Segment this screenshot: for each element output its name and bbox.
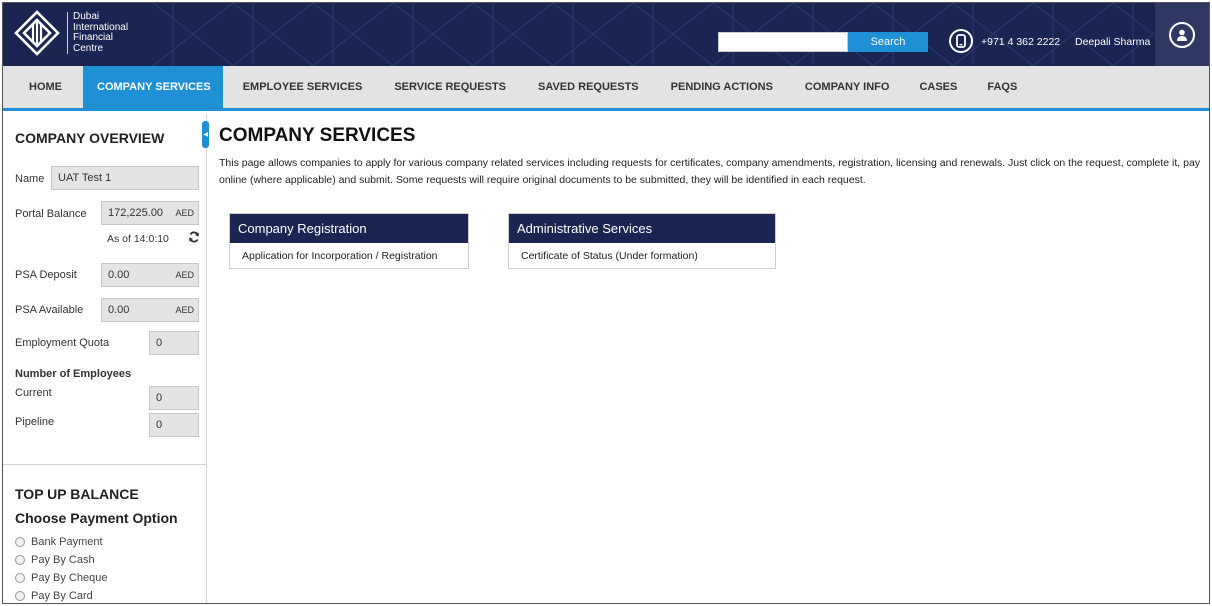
nav-company-info[interactable]: COMPANY INFO <box>789 66 906 108</box>
user-menu-button[interactable] <box>1155 3 1209 66</box>
nav-cases[interactable]: CASES <box>905 66 973 108</box>
logo-line-3: Financial <box>73 32 114 43</box>
company-overview-sidebar: COMPANY OVERVIEW Name UAT Test 1 Portal … <box>3 114 207 603</box>
nav-home[interactable]: HOME <box>3 66 83 108</box>
employment-quota-field: 0 <box>149 331 199 355</box>
logo-text: Dubai International Financial Centre <box>67 11 128 54</box>
logo-line-1: Dubai <box>73 11 100 22</box>
psa-available-value: 0.00 <box>108 304 130 316</box>
portal-balance-field: 172,225.00 AED <box>101 201 199 225</box>
portal-balance-value: 172,225.00 <box>108 207 164 219</box>
user-icon <box>1169 21 1195 48</box>
radio-button[interactable] <box>15 573 25 583</box>
payment-option-cheque[interactable]: Pay By Cheque <box>15 572 107 584</box>
portal-balance-label: Portal Balance <box>15 208 87 220</box>
employees-heading: Number of Employees <box>15 368 132 380</box>
payment-option-bank[interactable]: Bank Payment <box>15 536 103 548</box>
card-title: Administrative Services <box>509 214 775 243</box>
refresh-icon[interactable] <box>188 231 200 243</box>
nav-service-requests[interactable]: SERVICE REQUESTS <box>378 66 522 108</box>
page-description: This page allows companies to apply for … <box>219 157 1201 186</box>
nav-employee-services[interactable]: EMPLOYEE SERVICES <box>223 66 379 108</box>
app-window: Dubai International Financial Centre Sea… <box>2 2 1210 604</box>
psa-available-label: PSA Available <box>15 304 84 316</box>
psa-deposit-unit: AED <box>175 270 194 280</box>
current-label: Current <box>15 387 52 399</box>
current-field: 0 <box>149 386 199 410</box>
nav-pending-actions[interactable]: PENDING ACTIONS <box>655 66 789 108</box>
header-pattern <box>152 3 1154 66</box>
current-value: 0 <box>156 392 163 404</box>
psa-deposit-label: PSA Deposit <box>15 269 77 281</box>
pipeline-label: Pipeline <box>15 416 55 428</box>
search-input[interactable] <box>718 32 848 52</box>
search-button[interactable]: Search <box>848 32 928 52</box>
payment-option-title: Choose Payment Option <box>15 510 178 526</box>
pipeline-field: 0 <box>149 413 199 437</box>
nav-faqs[interactable]: FAQS <box>973 66 1033 108</box>
service-link-certificate-of-status[interactable]: Certificate of Status (Under formation) <box>509 243 775 268</box>
pipeline-value: 0 <box>156 419 163 431</box>
sidebar-title: COMPANY OVERVIEW <box>15 130 165 146</box>
employment-quota-label: Employment Quota <box>15 337 110 349</box>
phone-number: +971 4 362 2222 <box>981 36 1061 48</box>
chevron-left-icon: ◀ <box>203 132 208 138</box>
user-name[interactable]: Deepali Sharma <box>1075 36 1150 48</box>
psa-deposit-field: 0.00 AED <box>101 263 199 287</box>
payment-option-card[interactable]: Pay By Card <box>15 590 93 602</box>
service-link-incorporation[interactable]: Application for Incorporation / Registra… <box>230 243 468 268</box>
psa-available-unit: AED <box>175 305 194 315</box>
nav-company-services[interactable]: COMPANY SERVICES <box>83 66 223 108</box>
topup-title: TOP UP BALANCE <box>15 486 139 502</box>
administrative-services-card: Administrative Services Certificate of S… <box>508 213 776 269</box>
logo-mark-icon <box>14 10 60 56</box>
payment-option-label: Bank Payment <box>31 536 103 548</box>
main-nav: HOME COMPANY SERVICES EMPLOYEE SERVICES … <box>3 66 1209 111</box>
card-title: Company Registration <box>230 214 468 243</box>
dubai-ifc-logo[interactable]: Dubai International Financial Centre <box>13 9 128 57</box>
name-field: UAT Test 1 <box>51 166 199 190</box>
name-label: Name <box>15 173 45 185</box>
payment-option-cash[interactable]: Pay By Cash <box>15 554 95 566</box>
payment-option-label: Pay By Cheque <box>31 572 108 584</box>
psa-available-field: 0.00 AED <box>101 298 199 322</box>
radio-button[interactable] <box>15 555 25 565</box>
sidebar-collapse-toggle[interactable]: ◀ <box>202 121 209 148</box>
company-registration-card: Company Registration Application for Inc… <box>229 213 469 269</box>
employment-quota-value: 0 <box>156 337 163 349</box>
as-of-time: As of 14:0:10 <box>107 233 169 245</box>
sidebar-divider <box>3 464 207 465</box>
portal-balance-unit: AED <box>175 208 194 218</box>
name-value: UAT Test 1 <box>58 172 112 184</box>
phone-icon <box>949 29 973 53</box>
psa-deposit-value: 0.00 <box>108 269 130 281</box>
page-title: COMPANY SERVICES <box>219 125 416 146</box>
payment-option-label: Pay By Cash <box>31 554 95 566</box>
logo-line-4: Centre <box>73 42 104 54</box>
radio-button[interactable] <box>15 537 25 547</box>
nav-saved-requests[interactable]: SAVED REQUESTS <box>522 66 655 108</box>
radio-button[interactable] <box>15 591 25 601</box>
payment-option-label: Pay By Card <box>31 590 93 602</box>
header: Dubai International Financial Centre Sea… <box>3 3 1209 66</box>
